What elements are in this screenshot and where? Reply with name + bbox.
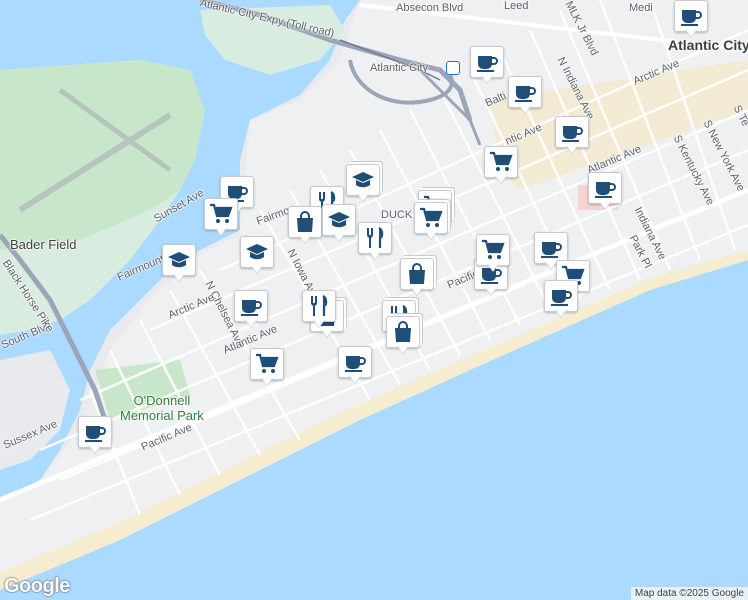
restaurant-marker[interactable] <box>358 222 392 262</box>
fork-knife-icon <box>358 222 392 254</box>
coffee-cup-icon <box>338 346 372 378</box>
graduation-cap-icon <box>322 204 356 236</box>
school-marker[interactable] <box>322 204 356 244</box>
cafe-marker[interactable] <box>555 116 589 156</box>
marker-pointer <box>485 287 497 295</box>
google-logo: Google <box>4 575 70 597</box>
cafe-marker[interactable] <box>470 46 504 86</box>
grocery-marker[interactable] <box>476 234 510 274</box>
cafe-marker[interactable] <box>338 346 372 386</box>
marker-pointer <box>487 263 499 271</box>
label-leeds: Leed <box>504 0 529 12</box>
marker-pointer <box>215 227 227 235</box>
grocery-marker[interactable] <box>414 202 448 242</box>
cafe-marker[interactable] <box>78 416 112 456</box>
marker-pointer <box>495 175 507 183</box>
fork-knife-icon <box>302 290 336 322</box>
marker-pointer <box>555 309 567 317</box>
grocery-marker[interactable] <box>250 348 284 388</box>
school-marker[interactable] <box>240 236 274 276</box>
graduation-cap-icon <box>240 236 274 268</box>
grocery-marker[interactable] <box>484 146 518 186</box>
marker-pointer <box>321 329 333 337</box>
marker-pointer <box>245 319 257 327</box>
shopping-cart-icon <box>476 234 510 266</box>
graduation-cap-icon <box>162 244 196 276</box>
marker-pointer <box>519 105 531 113</box>
marker-pointer <box>251 265 263 273</box>
cafe-marker[interactable] <box>544 280 578 320</box>
coffee-cup-icon <box>78 416 112 448</box>
graduation-cap-icon <box>346 164 380 196</box>
train-station-icon[interactable] <box>446 61 460 75</box>
label-atlantic-city-station: Atlantic City <box>370 62 429 74</box>
map-base-layer <box>0 0 748 600</box>
marker-pointer <box>599 201 611 209</box>
coffee-cup-icon <box>508 76 542 108</box>
coffee-cup-icon <box>588 172 622 204</box>
cafe-marker[interactable] <box>588 172 622 212</box>
marker-pointer <box>313 319 325 327</box>
grocery-marker[interactable] <box>204 198 238 238</box>
label-medi: Medi <box>629 2 653 14</box>
coffee-cup-icon <box>234 290 268 322</box>
marker-pointer <box>411 287 423 295</box>
shopping-marker[interactable] <box>288 206 322 246</box>
label-ducks: DUCK <box>381 209 413 221</box>
marker-pointer <box>261 377 273 385</box>
marker-pointer <box>481 75 493 83</box>
school-marker[interactable] <box>162 244 196 284</box>
marker-pointer <box>685 29 697 37</box>
shopping-bag-icon <box>386 316 420 348</box>
map-attribution[interactable]: Map data ©2025 Google <box>630 587 748 600</box>
cafe-marker[interactable] <box>234 290 268 330</box>
coffee-cup-icon <box>674 0 708 32</box>
marker-pointer <box>397 345 409 353</box>
label-bader-field: Bader Field <box>10 237 77 252</box>
shopping-marker[interactable] <box>386 316 420 356</box>
coffee-cup-icon <box>544 280 578 312</box>
marker-pointer <box>566 145 578 153</box>
shopping-cart-icon <box>484 146 518 178</box>
marker-pointer <box>357 193 369 201</box>
shopping-cart-icon <box>204 198 238 230</box>
marker-pointer <box>173 273 185 281</box>
cafe-marker[interactable] <box>674 0 708 40</box>
shopping-cart-icon <box>250 348 284 380</box>
marker-pointer <box>349 375 361 383</box>
marker-pointer <box>369 251 381 259</box>
cafe-marker[interactable] <box>508 76 542 116</box>
label-odonnell-park: O'Donnell Memorial Park <box>120 393 204 423</box>
marker-pointer <box>299 235 311 243</box>
label-absecon-blvd: Absecon Blvd <box>396 2 464 14</box>
shopping-bag-icon <box>400 258 434 290</box>
marker-pointer <box>425 231 437 239</box>
marker-pointer <box>333 233 345 241</box>
marker-pointer <box>89 445 101 453</box>
restaurant-marker[interactable] <box>302 290 336 330</box>
coffee-cup-icon <box>470 46 504 78</box>
school-marker[interactable] <box>346 164 380 204</box>
coffee-cup-icon <box>555 116 589 148</box>
map-canvas[interactable]: Atlantic City Expy (Toll road) Absecon B… <box>0 0 748 600</box>
shopping-bag-icon <box>288 206 322 238</box>
shopping-cart-icon <box>414 202 448 234</box>
shopping-marker[interactable] <box>400 258 434 298</box>
